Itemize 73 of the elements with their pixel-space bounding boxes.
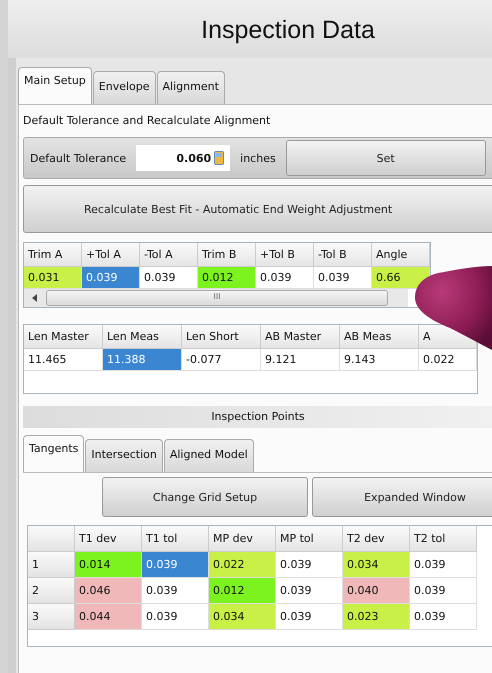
column-header: Len Short xyxy=(182,325,261,349)
scroll-thumb[interactable]: III xyxy=(46,290,388,306)
column-header: T2 tol xyxy=(410,526,477,552)
table-cell: 9.121 xyxy=(261,349,340,371)
table-cell: 0.039 xyxy=(410,604,477,630)
window-title: Inspection Data xyxy=(8,0,492,58)
set-button[interactable]: Set xyxy=(286,140,486,176)
table-cell: 0.044 xyxy=(75,604,142,630)
recalculate-button[interactable]: Recalculate Best Fit - Automatic End Weight Adjustment xyxy=(23,185,492,233)
calculator-icon[interactable] xyxy=(214,151,224,165)
column-header: Trim B xyxy=(198,243,256,267)
row-header[interactable]: 1 xyxy=(28,552,75,578)
table-cell: 11.465 xyxy=(24,349,103,371)
table-cell: 0.046 xyxy=(75,578,142,604)
column-header: T1 dev xyxy=(75,526,142,552)
table-cell: 0.039 xyxy=(410,552,477,578)
table-cell: 0.66 xyxy=(372,267,430,289)
table-cell: 0.039 xyxy=(276,604,343,630)
tab[interactable]: Envelope xyxy=(92,71,156,104)
table-cell: 0.039 xyxy=(276,552,343,578)
table-cell: 0.039 xyxy=(142,552,209,578)
table-cell: 0.039 xyxy=(276,578,343,604)
column-header: MP tol xyxy=(276,526,343,552)
table-cell: 11.388 xyxy=(103,349,182,371)
table-cell: 0.031 xyxy=(24,267,82,289)
table-cell: 0.039 xyxy=(82,267,140,289)
column-header: +Tol A xyxy=(82,243,140,267)
table-cell: 0.039 xyxy=(314,267,372,289)
table-cell: 0.039 xyxy=(142,604,209,630)
table-cell: 0.014 xyxy=(75,552,142,578)
tab[interactable]: Alignment xyxy=(156,71,225,104)
grid-button[interactable]: Change Grid Setup xyxy=(102,477,308,517)
table-cell: 0.012 xyxy=(198,267,256,289)
tab[interactable]: Main Setup xyxy=(18,67,92,104)
table-cell: 0.012 xyxy=(209,578,276,604)
table-cell: 0.034 xyxy=(209,604,276,630)
column-header: AB Master xyxy=(261,325,340,349)
tab[interactable]: Tangents xyxy=(23,435,84,472)
table-cell: 0.039 xyxy=(410,578,477,604)
table-cell: 0.039 xyxy=(142,578,209,604)
table-cell: 0.022 xyxy=(209,552,276,578)
table-cell: 0.034 xyxy=(343,552,410,578)
section-label: Default Tolerance and Recalculate Alignment xyxy=(23,113,272,129)
column-header: T1 tol xyxy=(142,526,209,552)
table-cell: 0.040 xyxy=(343,578,410,604)
table-cell: 0.023 xyxy=(343,604,410,630)
scroll-left-icon[interactable] xyxy=(32,294,38,302)
tolerance-label: Default Tolerance xyxy=(30,152,126,164)
grid-button[interactable]: Expanded Window xyxy=(312,477,492,517)
column-header: Len Master xyxy=(24,325,103,349)
table-cell: 0.039 xyxy=(140,267,198,289)
tab[interactable]: Intersection xyxy=(85,439,163,472)
row-header[interactable]: 2 xyxy=(28,578,75,604)
column-header: MP dev xyxy=(209,526,276,552)
row-header[interactable]: 3 xyxy=(28,604,75,630)
column-header: Trim A xyxy=(24,243,82,267)
column-header: +Tol B xyxy=(256,243,314,267)
table-cell: -0.077 xyxy=(182,349,261,371)
column-header: -Tol A xyxy=(140,243,198,267)
corner-cell xyxy=(28,526,75,552)
tolerance-input-field[interactable]: 0.060 xyxy=(136,145,230,171)
table-cell: 9.143 xyxy=(340,349,419,371)
table-cell: 0.022 xyxy=(419,349,477,371)
column-header: Len Meas xyxy=(103,325,182,349)
inspection-points-header: Inspection Points xyxy=(23,406,492,428)
column-header: -Tol B xyxy=(314,243,372,267)
column-header: AB Meas xyxy=(340,325,419,349)
column-header: Angle xyxy=(372,243,430,267)
horizontal-scrollbar[interactable]: III xyxy=(24,289,408,307)
unit-label: inches xyxy=(240,152,276,164)
tab[interactable]: Aligned Model xyxy=(164,439,254,472)
table-cell: 0.039 xyxy=(256,267,314,289)
column-header: T2 dev xyxy=(343,526,410,552)
